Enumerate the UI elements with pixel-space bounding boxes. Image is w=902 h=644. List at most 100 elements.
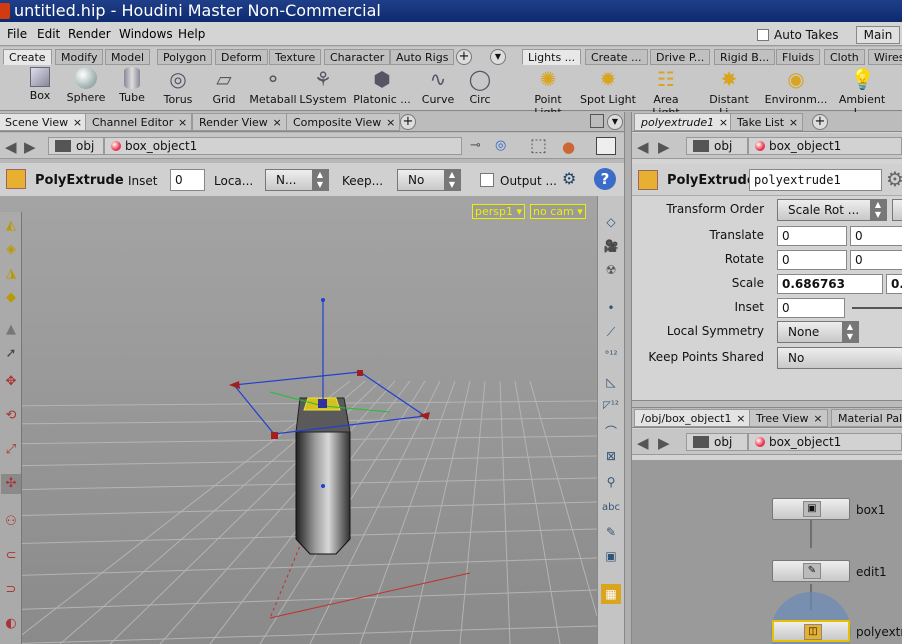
close-icon[interactable]: × <box>178 114 187 131</box>
tool-spot-light[interactable]: ✹ Spot Light <box>580 67 636 106</box>
magnet-tool-icon[interactable]: ⊂ <box>1 546 21 566</box>
tab-render-view[interactable]: Render View × <box>192 113 287 131</box>
pin-icon[interactable]: ⊸ <box>470 138 481 153</box>
move-tool-icon[interactable]: ✥ <box>1 372 21 392</box>
forward-arrow-icon[interactable]: ▶ <box>658 138 670 156</box>
tool-tube[interactable]: Tube <box>107 67 157 104</box>
shading-icon[interactable]: ● <box>562 138 575 156</box>
keep-menu[interactable]: No ▲ ▼ <box>397 169 461 191</box>
forward-arrow-icon[interactable]: ▶ <box>24 138 36 156</box>
shelf-tab-create-2[interactable]: Create ... <box>585 49 648 65</box>
tab-composite-view[interactable]: Composite View × <box>286 113 401 131</box>
inset-field[interactable]: 0 <box>777 298 845 318</box>
scale-tool-icon[interactable]: ⤢ <box>1 440 21 460</box>
back-arrow-icon[interactable]: ◀ <box>637 434 649 452</box>
select-arrow-icon[interactable]: ➚ <box>1 344 21 364</box>
shelf-tab-drive[interactable]: Drive P... <box>650 49 711 65</box>
arrow-up-icon[interactable]: ▲ <box>1 320 21 340</box>
tab-polyextrude1[interactable]: polyextrude1 × <box>634 113 734 131</box>
rotate-tool-icon[interactable]: ⟲ <box>1 406 21 426</box>
tab-tree-view[interactable]: Tree View × <box>749 409 828 427</box>
tool-box[interactable]: Box <box>15 67 65 102</box>
select-prims-icon[interactable]: ◮ <box>1 264 21 284</box>
shelf-tab-deform[interactable]: Deform <box>215 49 268 65</box>
shelf-tab-model[interactable]: Model <box>105 49 151 65</box>
menu-render[interactable]: Render <box>68 27 111 41</box>
menu-windows[interactable]: Windows <box>119 27 173 41</box>
tool-sphere[interactable]: Sphere <box>61 67 111 104</box>
forward-arrow-icon[interactable]: ▶ <box>658 434 670 452</box>
hull-display-icon[interactable]: ⌒ <box>601 422 621 442</box>
view-tool-icon[interactable]: ◐ <box>1 614 21 634</box>
tab-network-path[interactable]: /obj/box_object1 × <box>634 409 751 427</box>
background-image-icon[interactable]: ▣ <box>601 546 621 566</box>
path-crumb-obj[interactable]: obj <box>686 433 748 451</box>
viewport-3d[interactable]: persp1 ▾ no cam ▾ <box>0 196 597 644</box>
network-view[interactable]: ▣ box1 ✎ edit1 ◫ polyextr <box>632 460 902 644</box>
wireframe-icon[interactable]: ◇ <box>601 212 621 232</box>
inset-field[interactable]: 0 <box>170 169 205 191</box>
close-icon[interactable]: × <box>736 410 745 427</box>
add-tab-icon[interactable]: + <box>812 114 828 130</box>
transform-order-menu[interactable]: Scale Rot ... ▲ ▼ <box>777 199 887 221</box>
rotate-x-field[interactable]: 0 <box>777 250 847 270</box>
menu-edit[interactable]: Edit <box>37 27 60 41</box>
tool-metaball[interactable]: ⚬ Metaball <box>248 67 298 106</box>
path-crumb-obj[interactable]: obj <box>48 137 104 155</box>
handle-tool-icon[interactable]: ✣ <box>1 474 21 494</box>
menu-file[interactable]: File <box>7 27 27 41</box>
text-display-icon[interactable]: abc <box>601 498 621 518</box>
back-arrow-icon[interactable]: ◀ <box>637 138 649 156</box>
light-display-icon[interactable]: ☢ <box>601 260 621 280</box>
menu-help[interactable]: Help <box>178 27 205 41</box>
viewport-layout-icon[interactable] <box>596 137 616 155</box>
pane-divider[interactable] <box>632 400 902 408</box>
shelf-tab-create[interactable]: Create <box>3 49 52 65</box>
tool-torus[interactable]: ◎ Torus <box>153 67 203 106</box>
close-icon[interactable]: × <box>273 114 282 131</box>
tool-circle[interactable]: ◯ Circ <box>460 67 500 106</box>
tab-take-list[interactable]: Take List × <box>730 113 804 131</box>
tab-material-palette[interactable]: Material Palet <box>831 409 902 427</box>
auto-takes-toggle[interactable]: Auto Takes <box>757 28 839 42</box>
select-edges-icon[interactable]: ◈ <box>1 240 21 260</box>
tool-lsystem[interactable]: ⚘ LSystem <box>298 67 348 106</box>
shelf-tab-polygon[interactable]: Polygon <box>157 49 213 65</box>
path-crumb-node[interactable]: box_object1 <box>748 137 902 155</box>
output-checkbox[interactable] <box>480 173 494 187</box>
back-arrow-icon[interactable]: ◀ <box>5 138 17 156</box>
close-icon[interactable]: × <box>813 410 822 427</box>
normal-display-icon[interactable]: ⟋ <box>601 322 621 342</box>
local-symmetry-menu[interactable]: None ▲ ▼ <box>777 321 859 343</box>
shelf-tab-cloth[interactable]: Cloth <box>824 49 865 65</box>
keep-points-menu[interactable]: No <box>777 347 902 369</box>
tab-scene-view[interactable]: Scene View × <box>0 113 88 131</box>
path-crumb-obj[interactable]: obj <box>686 137 748 155</box>
tool-platonic[interactable]: ⬢ Platonic ... <box>351 67 413 106</box>
rotate-order-menu[interactable] <box>892 199 902 221</box>
close-icon[interactable]: × <box>789 114 798 131</box>
point-numbers-icon[interactable]: °¹² <box>601 346 621 366</box>
shelf-menu-icon[interactable]: ▼ <box>490 49 506 65</box>
node-polyextrude1[interactable]: ◫ <box>772 620 850 642</box>
node-box1[interactable]: ▣ <box>772 498 850 520</box>
shelf-tab-character[interactable]: Character <box>324 49 391 65</box>
add-shelf-tab-icon[interactable]: + <box>456 49 472 65</box>
brush-tool-icon[interactable]: ⊃ <box>1 580 21 600</box>
add-tab-icon[interactable]: + <box>400 114 416 130</box>
pane-menu-icon[interactable]: ▼ <box>607 114 623 130</box>
point-display-icon[interactable]: • <box>601 298 621 318</box>
prim-numbers-icon[interactable]: ◸¹² <box>601 396 621 416</box>
grid-toggle-icon[interactable]: ▦ <box>601 584 621 604</box>
pane-splitter[interactable] <box>624 112 632 644</box>
node-edit1[interactable]: ✎ <box>772 560 850 582</box>
camera-menu[interactable]: persp1 ▾ <box>472 204 526 219</box>
tool-curve[interactable]: ∿ Curve <box>413 67 463 106</box>
close-icon[interactable]: × <box>719 114 728 131</box>
snap-icon[interactable]: ⚲ <box>601 472 621 492</box>
select-points-icon[interactable]: ◭ <box>1 216 21 236</box>
desktop-main-button[interactable]: Main <box>856 26 900 44</box>
pose-tool-icon[interactable]: ⚇ <box>1 512 21 532</box>
no-cam-menu[interactable]: no cam ▾ <box>530 204 586 219</box>
shelf-tab-texture[interactable]: Texture <box>269 49 322 65</box>
